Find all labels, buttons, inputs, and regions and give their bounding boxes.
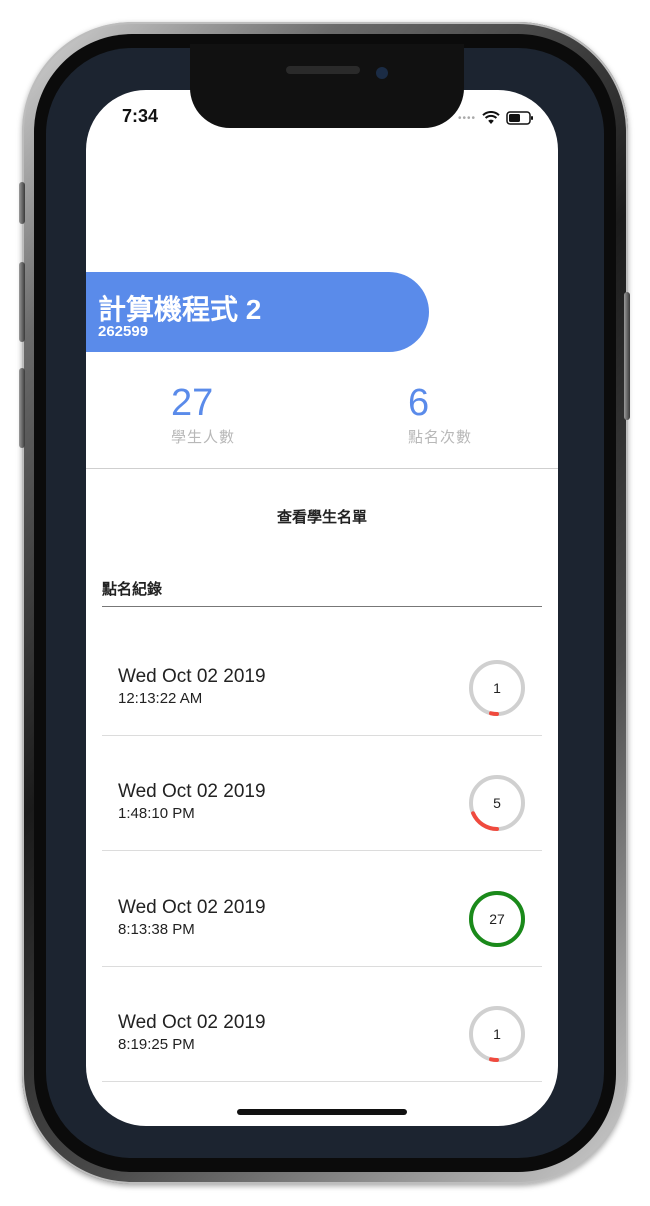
mute-switch bbox=[19, 182, 25, 224]
stat-value: 6 bbox=[408, 382, 430, 424]
divider bbox=[86, 468, 558, 469]
record-date: Wed Oct 02 2019 bbox=[118, 1012, 266, 1033]
stat-value: 27 bbox=[171, 382, 214, 424]
volume-down-button bbox=[19, 368, 25, 448]
record-date: Wed Oct 02 2019 bbox=[118, 781, 266, 802]
record-time: 1:48:10 PM bbox=[118, 805, 195, 822]
signal-icon: •••• bbox=[458, 112, 477, 124]
attendance-ring: 1 bbox=[467, 658, 527, 718]
course-title: 計算機程式 2 bbox=[98, 294, 262, 325]
wifi-icon bbox=[482, 111, 500, 125]
record-date: Wed Oct 02 2019 bbox=[118, 897, 266, 918]
record-time: 8:19:25 PM bbox=[118, 1036, 195, 1053]
record-time: 8:13:38 PM bbox=[118, 921, 195, 938]
attendance-ring: 1 bbox=[467, 1004, 527, 1064]
ring-count: 27 bbox=[489, 911, 505, 927]
ring-count: 1 bbox=[493, 680, 501, 696]
ring-count: 1 bbox=[493, 1026, 501, 1042]
stat-rollcall-count: 6 點名次數 bbox=[408, 384, 472, 447]
ring-count: 5 bbox=[493, 795, 501, 811]
status-time: 7:34 bbox=[122, 106, 159, 126]
attendance-ring: 5 bbox=[467, 773, 527, 833]
record-time: 12:13:22 AM bbox=[118, 690, 203, 707]
section-divider bbox=[102, 606, 542, 607]
course-banner: 計算機程式 2 262599 bbox=[86, 272, 429, 352]
stat-label: 學生人數 bbox=[171, 429, 236, 446]
record-date: Wed Oct 02 2019 bbox=[118, 666, 266, 687]
records-section-title: 點名紀錄 bbox=[102, 581, 163, 598]
notch bbox=[190, 44, 464, 128]
record-row[interactable]: Wed Oct 02 2019 12:13:22 AM 1 bbox=[102, 620, 542, 736]
status-icons: •••• bbox=[458, 110, 534, 126]
stat-student-count: 27 學生人數 bbox=[171, 384, 235, 447]
stat-label: 點名次數 bbox=[408, 429, 473, 446]
power-button bbox=[624, 292, 630, 420]
record-row[interactable]: Wed Oct 02 2019 1:48:10 PM 5 bbox=[102, 735, 542, 851]
record-row[interactable]: Wed Oct 02 2019 8:19:25 PM 1 bbox=[102, 966, 542, 1082]
attendance-ring: 27 bbox=[467, 889, 527, 949]
course-code: 262599 bbox=[98, 323, 149, 340]
camera-icon bbox=[376, 67, 388, 79]
record-row[interactable]: Wed Oct 02 2019 8:13:38 PM 27 bbox=[102, 851, 542, 967]
home-indicator[interactable] bbox=[237, 1109, 407, 1115]
battery-icon bbox=[506, 111, 534, 125]
view-student-list-button[interactable]: 查看學生名單 bbox=[86, 506, 558, 527]
volume-up-button bbox=[19, 262, 25, 342]
